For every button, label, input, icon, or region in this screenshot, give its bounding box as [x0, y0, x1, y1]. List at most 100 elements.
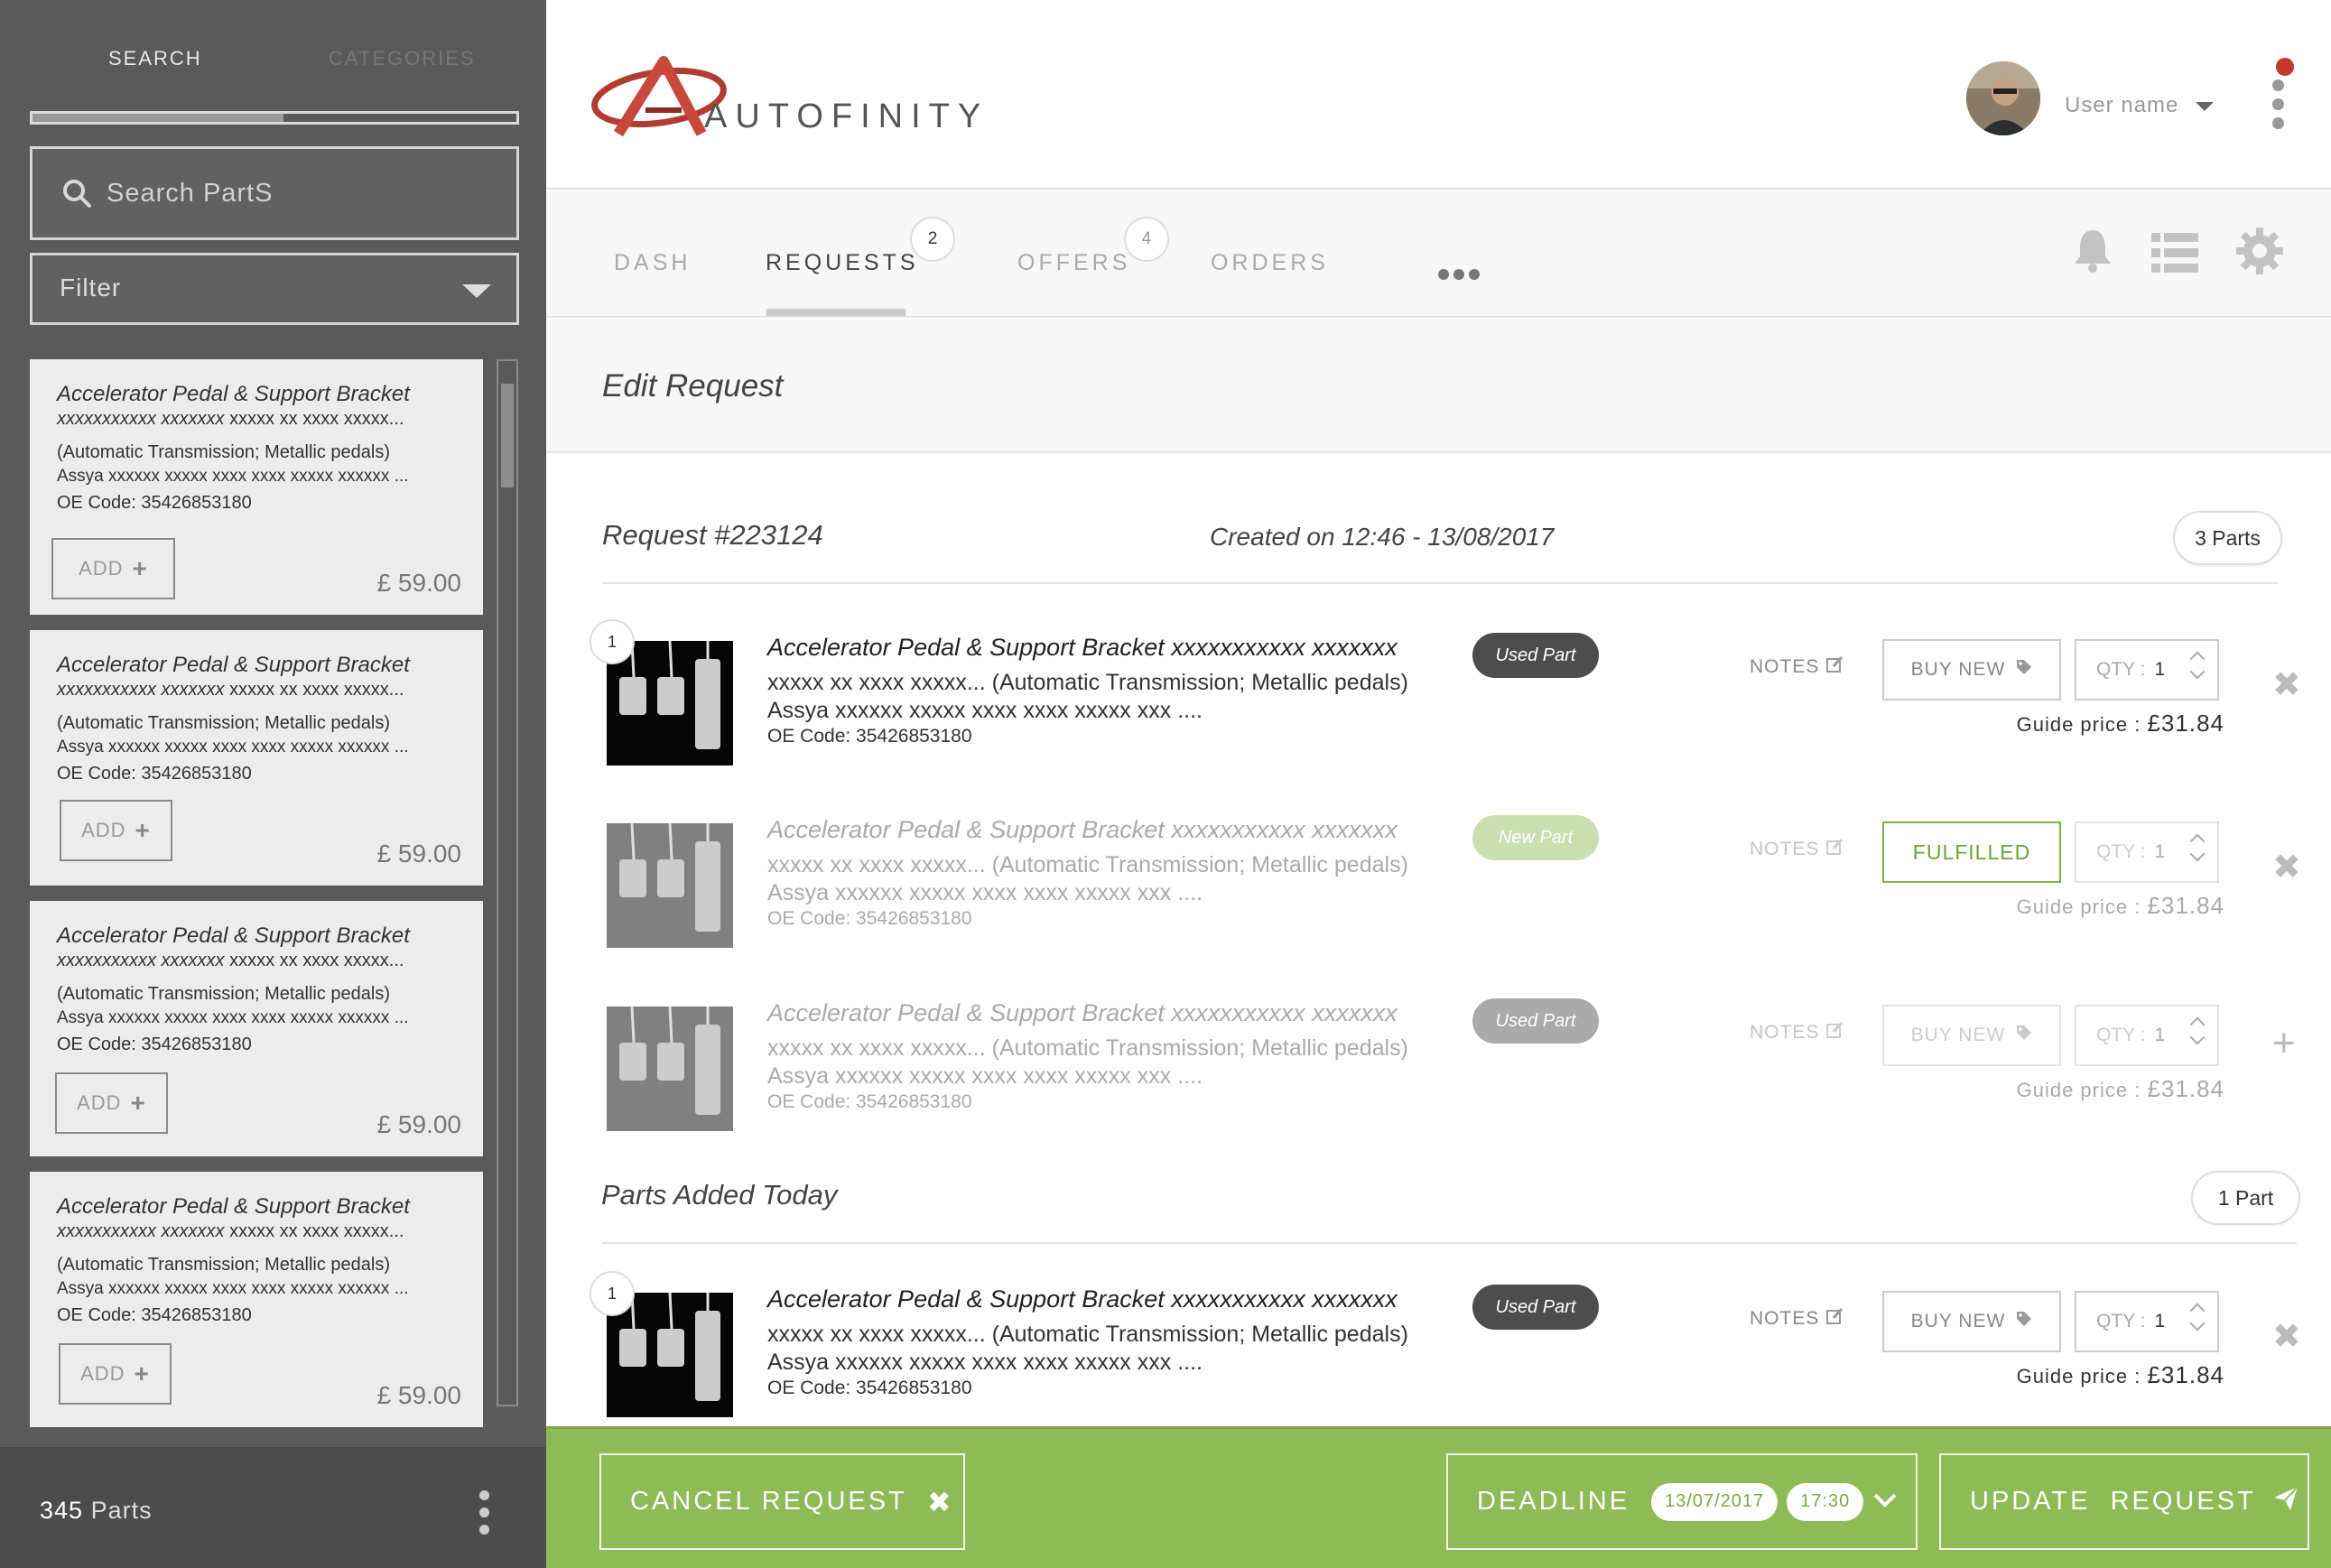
item-name: Accelerator Pedal & Support Bracket xxxx…	[767, 999, 1398, 1026]
tab-dash[interactable]: DASH	[614, 250, 691, 276]
qty-value[interactable]: 1	[2154, 841, 2165, 863]
avatar[interactable]	[1966, 61, 2040, 135]
gear-icon[interactable]	[2236, 227, 2283, 279]
stepper-arrows[interactable]	[2189, 833, 2206, 862]
filter-select[interactable]: Filter	[30, 253, 519, 325]
search-input[interactable]	[107, 149, 495, 237]
add-part-button[interactable]: ADD +	[55, 1072, 168, 1134]
fulfilled-button[interactable]: FULFILLED	[1882, 821, 2061, 883]
item-desc-line1: xxxxx xx xxxx xxxxx... (Automatic Transm…	[767, 852, 1408, 877]
quantity-stepper[interactable]: QTY : 1	[2075, 1005, 2219, 1066]
list-icon[interactable]	[2151, 233, 2198, 277]
notes-button[interactable]: NOTES	[1750, 1307, 1844, 1331]
quantity-stepper[interactable]: QTY : 1	[2075, 821, 2219, 883]
notes-label: NOTES	[1750, 656, 1820, 677]
part-subtitle: xxxxxxxxxxx xxxxxxx xxxxx xx xxxx xxxxx.…	[57, 1221, 404, 1242]
part-subtitle-bold: xxxxxxxxxxx xxxxxxx	[57, 680, 225, 700]
tab-categories[interactable]: CATEGORIES	[329, 47, 476, 70]
more-icon[interactable]	[1438, 269, 1480, 280]
item-oe-code: OE Code: 35426853180	[767, 1091, 972, 1112]
kebab-icon[interactable]	[2272, 79, 2284, 129]
deadline-label: DEADLINE	[1477, 1487, 1630, 1516]
notes-button[interactable]: NOTES	[1750, 838, 1844, 861]
edit-icon	[1826, 838, 1844, 861]
tab-search[interactable]: SEARCH	[108, 47, 202, 70]
item-desc-line2: Assya xxxxxx xxxxx xxxx xxxx xxxxx xxx .…	[767, 880, 1203, 905]
buy-new-button[interactable]: BUY NEW	[1882, 639, 2061, 700]
part-subtitle-bold: xxxxxxxxxxx xxxxxxx	[57, 951, 225, 970]
close-icon[interactable]: ✖	[2272, 1316, 2301, 1357]
cancel-request-button[interactable]: CANCEL REQUEST ✖	[599, 1453, 965, 1550]
qty-label: QTY :	[2096, 1025, 2146, 1045]
tab-orders[interactable]: ORDERS	[1211, 250, 1329, 276]
user-name[interactable]: User name	[2065, 93, 2178, 118]
qty-label: QTY :	[2096, 659, 2146, 680]
guide-value: £31.84	[2147, 710, 2224, 737]
kebab-icon[interactable]	[479, 1490, 489, 1535]
item-name: Accelerator Pedal & Support Bracket xxxx…	[767, 634, 1398, 661]
part-card[interactable]: Accelerator Pedal & Support Bracket xxxx…	[30, 359, 483, 615]
quantity-stepper[interactable]: QTY : 1	[2075, 639, 2219, 700]
deadline-selector[interactable]: DEADLINE 13/07/2017 17:30	[1446, 1453, 1918, 1550]
add-part-button[interactable]: ADD +	[51, 538, 175, 599]
edit-icon	[1826, 1307, 1844, 1331]
request-item: 1 Accelerator Pedal & Support Bracket xx…	[546, 619, 2331, 791]
part-card[interactable]: Accelerator Pedal & Support Bracket xxxx…	[30, 1172, 483, 1427]
chevron-down-icon[interactable]	[1872, 1487, 1898, 1517]
main-nav: DASH REQUESTS OFFERS ORDERS 2 4	[546, 191, 2331, 318]
deadline-date[interactable]: 13/07/2017	[1651, 1482, 1778, 1521]
buy-new-button[interactable]: BUY NEW	[1882, 1005, 2061, 1066]
update-request-button[interactable]: UPDATE REQUEST	[1939, 1453, 2309, 1550]
part-subtitle: xxxxxxxxxxx xxxxxxx xxxxx xx xxxx xxxxx.…	[57, 951, 404, 971]
part-price: £ 59.00	[376, 569, 461, 597]
part-description: Assya xxxxxx xxxxx xxxx xxxx xxxxx xxxxx…	[57, 1008, 409, 1027]
part-oe-code: OE Code: 35426853180	[57, 764, 252, 784]
plus-icon: +	[130, 1089, 146, 1117]
part-description: Assya xxxxxx xxxxx xxxx xxxx xxxxx xxxxx…	[57, 738, 409, 756]
tag-icon	[2016, 1025, 2032, 1046]
logo-text: AUTOFINITY	[704, 97, 989, 135]
add-item-plus-icon[interactable]: +	[2272, 1021, 2296, 1066]
part-type-badge: Used Part	[1472, 633, 1599, 678]
guide-price: Guide price : £31.84	[2017, 892, 2224, 920]
buy-new-label: BUY NEW	[1910, 659, 2006, 680]
buy-new-button[interactable]: BUY NEW	[1882, 1291, 2061, 1352]
quantity-stepper[interactable]: QTY : 1	[2075, 1291, 2219, 1352]
tab-requests[interactable]: REQUESTS	[766, 250, 919, 276]
qty-value[interactable]: 1	[2154, 1311, 2165, 1332]
search-box[interactable]	[30, 146, 519, 240]
add-label: ADD	[80, 1362, 125, 1385]
tab-indicator-fill	[33, 114, 283, 122]
part-subtitle-rest: xxxxx xx xxxx xxxxx...	[224, 409, 404, 429]
request-item: Accelerator Pedal & Support Bracket xxxx…	[546, 802, 2331, 973]
notes-button[interactable]: NOTES	[1750, 1021, 1844, 1044]
edit-icon	[1826, 1021, 1844, 1044]
scrollbar-thumb[interactable]	[501, 384, 514, 487]
part-title: Accelerator Pedal & Support Bracket	[57, 382, 410, 406]
deadline-time[interactable]: 17:30	[1787, 1482, 1864, 1521]
add-part-button[interactable]: ADD +	[60, 800, 172, 861]
qty-value[interactable]: 1	[2154, 1025, 2165, 1046]
part-card[interactable]: Accelerator Pedal & Support Bracket xxxx…	[30, 630, 483, 886]
divider	[602, 1242, 2297, 1244]
buy-new-label: BUY NEW	[1910, 1025, 2006, 1045]
tab-offers[interactable]: OFFERS	[1017, 250, 1130, 276]
part-type-badge: New Part	[1472, 815, 1599, 860]
active-tab-indicator	[766, 309, 905, 316]
qty-value[interactable]: 1	[2154, 659, 2165, 681]
caret-down-icon[interactable]	[2196, 102, 2214, 111]
item-number: 1	[590, 1271, 635, 1316]
stepper-arrows[interactable]	[2189, 1016, 2206, 1045]
close-icon[interactable]: ✖	[2272, 847, 2301, 887]
part-card[interactable]: Accelerator Pedal & Support Bracket xxxx…	[30, 901, 483, 1156]
add-part-button[interactable]: ADD +	[59, 1343, 172, 1405]
add-label: ADD	[77, 1091, 122, 1114]
notes-button[interactable]: NOTES	[1750, 655, 1844, 679]
part-type-badge: Used Part	[1472, 1285, 1599, 1330]
close-icon[interactable]: ✖	[2272, 664, 2301, 705]
search-icon	[61, 178, 92, 213]
stepper-arrows[interactable]	[2189, 651, 2206, 680]
parts-scrollbar[interactable]	[497, 359, 518, 1406]
stepper-arrows[interactable]	[2189, 1303, 2206, 1331]
bell-icon[interactable]	[2072, 227, 2113, 277]
